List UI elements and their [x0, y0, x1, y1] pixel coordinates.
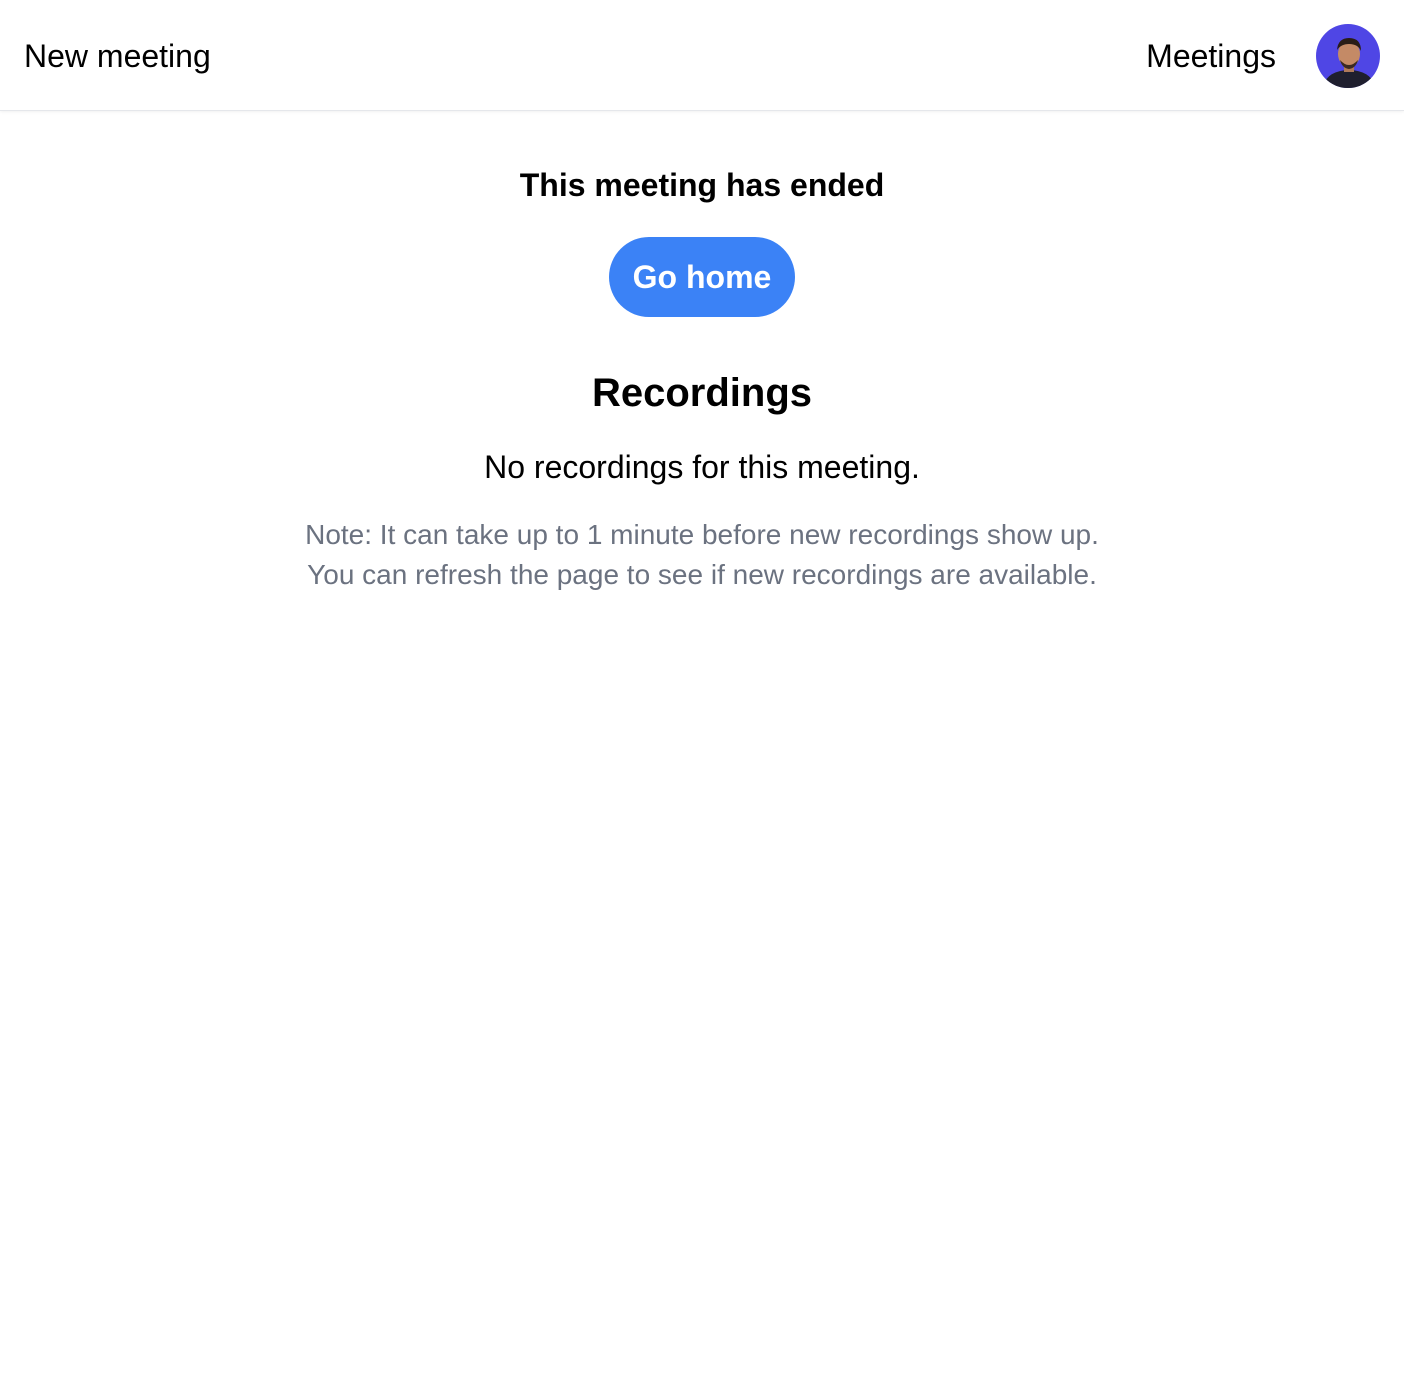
go-home-button[interactable]: Go home: [608, 237, 796, 317]
top-navigation-bar: New meeting Meetings: [0, 0, 1404, 111]
new-meeting-link[interactable]: New meeting: [24, 36, 211, 76]
recordings-note-line-2: You can refresh the page to see if new r…: [307, 559, 1097, 590]
go-home-wrapper: Go home: [0, 237, 1404, 317]
no-recordings-text: No recordings for this meeting.: [484, 449, 920, 485]
recordings-note: Note: It can take up to 1 minute before …: [0, 515, 1404, 595]
recordings-heading: Recordings: [591, 371, 813, 415]
user-avatar-icon[interactable]: [1316, 24, 1380, 88]
meeting-ended-title: This meeting has ended: [519, 167, 885, 203]
main-content: This meeting has ended Go home Recording…: [0, 111, 1404, 595]
recordings-note-line-1: Note: It can take up to 1 minute before …: [305, 519, 1099, 550]
meetings-link[interactable]: Meetings: [1146, 36, 1276, 76]
